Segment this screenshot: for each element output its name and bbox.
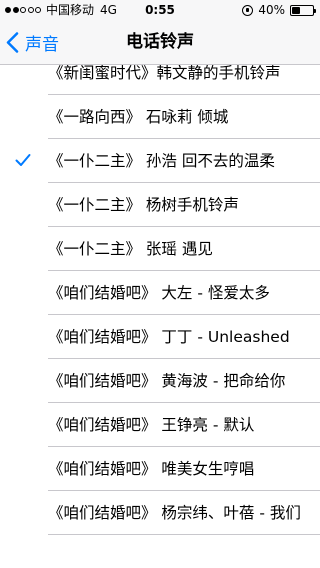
list-item[interactable]: 《新闺蜜时代》韩文静的手机铃声 — [0, 65, 320, 95]
navigation-bar: 声音 电话铃声 — [0, 20, 320, 65]
list-item-label: 《一仆二主》 杨树手机铃声 — [48, 196, 239, 214]
checkmark-icon — [15, 154, 31, 166]
signal-dot — [5, 7, 11, 13]
rotation-lock-icon — [242, 4, 254, 16]
ringtone-list-content: 《新闺蜜时代》韩文静的手机铃声 《一路向西》 石咏莉 倾城《一仆二主》 孙浩 回不… — [0, 65, 320, 535]
signal-dot — [35, 7, 41, 13]
list-item-label: 《咱们结婚吧》 杨宗纬、叶蓓 - 我们 — [48, 504, 301, 522]
list-item[interactable]: 《咱们结婚吧》 杨宗纬、叶蓓 - 我们 — [0, 491, 320, 535]
status-right: 40% — [242, 0, 316, 20]
status-left: 中国移动 4G — [5, 0, 117, 20]
list-item-label: 《一仆二主》 张瑶 遇见 — [48, 240, 213, 258]
list-item[interactable]: 《咱们结婚吧》 唯美女生哼唱 — [0, 447, 320, 491]
list-item-label: 《咱们结婚吧》 大左 - 怪爱太多 — [48, 284, 270, 302]
list-item[interactable]: 《一仆二主》 孙浩 回不去的温柔 — [0, 139, 320, 183]
list-item-label: 《咱们结婚吧》 黄海波 - 把命给你 — [48, 372, 286, 390]
list-item-label: 《一仆二主》 孙浩 回不去的温柔 — [48, 152, 275, 170]
list-item[interactable]: 《咱们结婚吧》 丁丁 - Unleashed — [0, 315, 320, 359]
battery-fill — [292, 6, 300, 14]
list-item-label: 《咱们结婚吧》 丁丁 - Unleashed — [48, 328, 290, 346]
back-button-label: 声音 — [25, 35, 59, 55]
signal-strength-icon — [5, 7, 41, 13]
list-item[interactable]: 《咱们结婚吧》 黄海波 - 把命给你 — [0, 359, 320, 403]
signal-dot — [12, 7, 19, 13]
list-item-label: 《一路向西》 石咏莉 倾城 — [48, 108, 229, 126]
signal-dot — [20, 7, 26, 13]
list-item-label: 《新闺蜜时代》韩文静的手机铃声 — [48, 65, 281, 82]
signal-dot — [27, 7, 34, 13]
list-item[interactable]: 《咱们结婚吧》 王铮亮 - 默认 — [0, 403, 320, 447]
list-item-label: 《咱们结婚吧》 王铮亮 - 默认 — [48, 416, 255, 434]
list-item-label: 《咱们结婚吧》 唯美女生哼唱 — [48, 460, 255, 478]
chevron-left-icon — [6, 32, 19, 53]
carrier-name: 中国移动 — [46, 3, 95, 17]
battery-icon — [290, 4, 316, 16]
list-item[interactable]: 《咱们结婚吧》 大左 - 怪爱太多 — [0, 271, 320, 315]
battery-percent: 40% — [258, 3, 285, 17]
list-item[interactable]: 《一仆二主》 杨树手机铃声 — [0, 183, 320, 227]
network-type: 4G — [100, 3, 117, 17]
list-item[interactable]: 《一仆二主》 张瑶 遇见 — [0, 227, 320, 271]
ringtone-list[interactable]: 《新闺蜜时代》韩文静的手机铃声 《一路向西》 石咏莉 倾城《一仆二主》 孙浩 回不… — [0, 65, 320, 568]
status-bar: 中国移动 4G 0:55 40% — [0, 0, 320, 20]
list-item[interactable]: 《一路向西》 石咏莉 倾城 — [0, 95, 320, 139]
back-button[interactable]: 声音 — [6, 20, 59, 65]
